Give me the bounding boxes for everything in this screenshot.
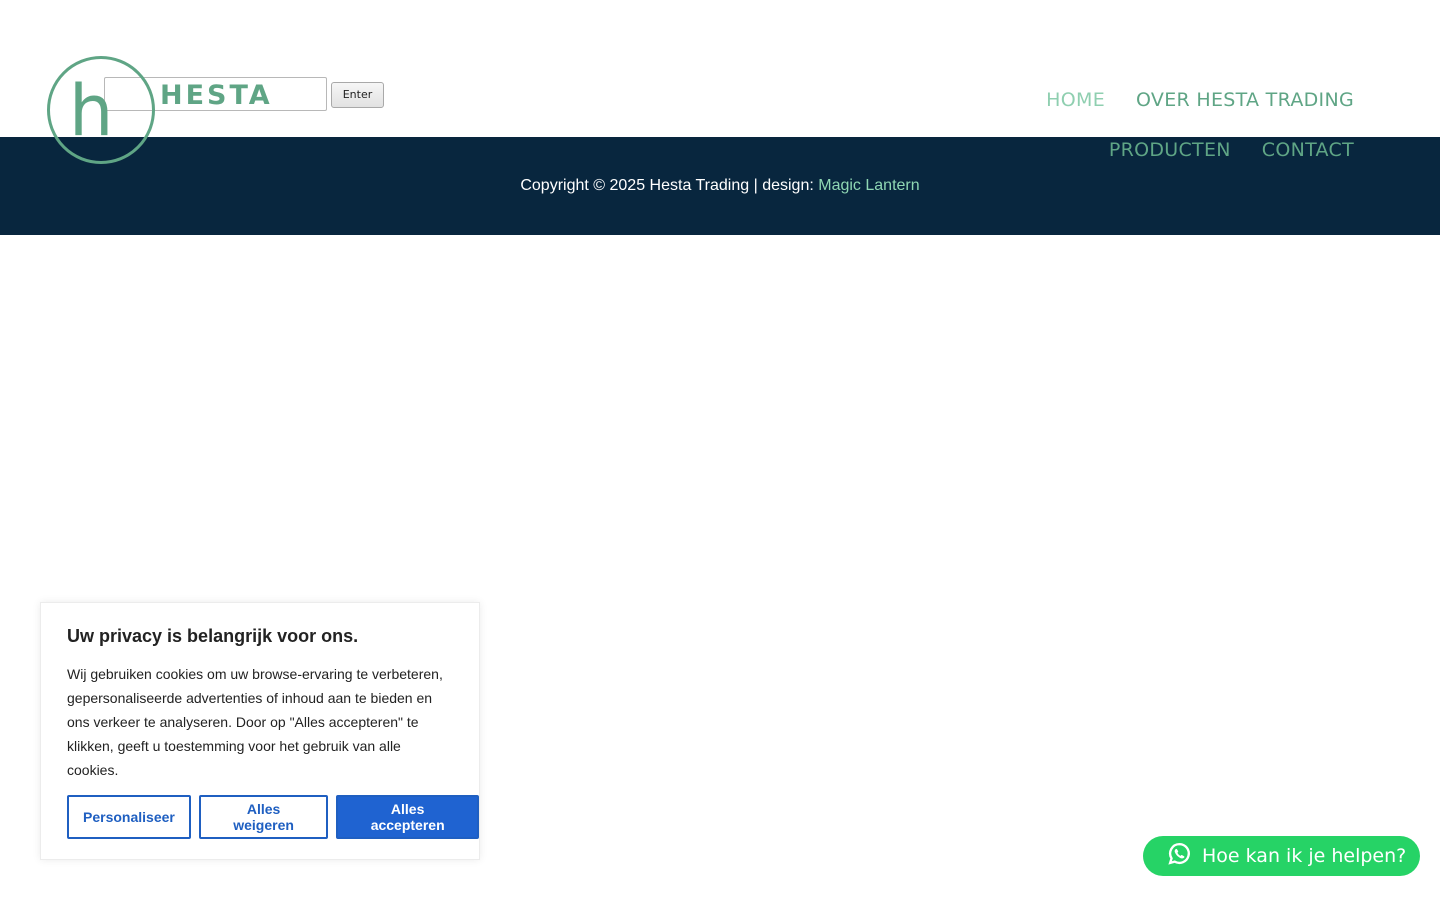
nav-item-over-hesta-trading[interactable]: OVER HESTA TRADING [1136, 89, 1354, 111]
nav-item-producten[interactable]: PRODUCTEN [1109, 139, 1231, 161]
whatsapp-chat-button[interactable]: Hoe kan ik je helpen? [1143, 836, 1420, 876]
logo-wordmark[interactable]: HESTA [160, 82, 273, 110]
whatsapp-label: Hoe kan ik je helpen? [1202, 845, 1407, 867]
cookie-description: Wij gebruiken cookies om uw browse-ervar… [67, 666, 443, 778]
logo-letter[interactable]: h [69, 76, 113, 146]
reject-all-button[interactable]: Alles weigeren [198, 795, 329, 839]
nav-item-home[interactable]: HOME [1046, 89, 1105, 111]
cookie-actions: Personaliseer Alles weigeren Alles accep… [67, 795, 479, 839]
accept-all-button[interactable]: Alles accepteren [336, 795, 479, 839]
nav-item-contact[interactable]: CONTACT [1262, 139, 1354, 161]
customize-cookies-button[interactable]: Personaliseer [67, 795, 191, 839]
cookie-consent-panel: Uw privacy is belangrijk voor ons. Wij g… [40, 602, 480, 860]
whatsapp-icon [1167, 841, 1192, 871]
main-navigation: HOME OVER HESTA TRADING PRODUCTEN CONTAC… [934, 75, 1354, 175]
nav-row-primary: HOME OVER HESTA TRADING [934, 75, 1354, 125]
cookie-title: Uw privacy is belangrijk voor ons. [67, 626, 359, 646]
search-enter-button[interactable]: Enter [331, 82, 384, 108]
page: h HESTA Enter HOME OVER HESTA TRADING PR… [0, 0, 1440, 900]
nav-row-secondary: PRODUCTEN CONTACT [934, 125, 1354, 175]
copyright-label: Copyright © 2025 Hesta Trading | design: [520, 177, 814, 194]
site-header: h HESTA Enter HOME OVER HESTA TRADING PR… [0, 0, 1440, 164]
designer-link[interactable]: Magic Lantern [818, 177, 919, 194]
copyright-text: Copyright © 2025 Hesta Trading | design:… [520, 177, 919, 195]
